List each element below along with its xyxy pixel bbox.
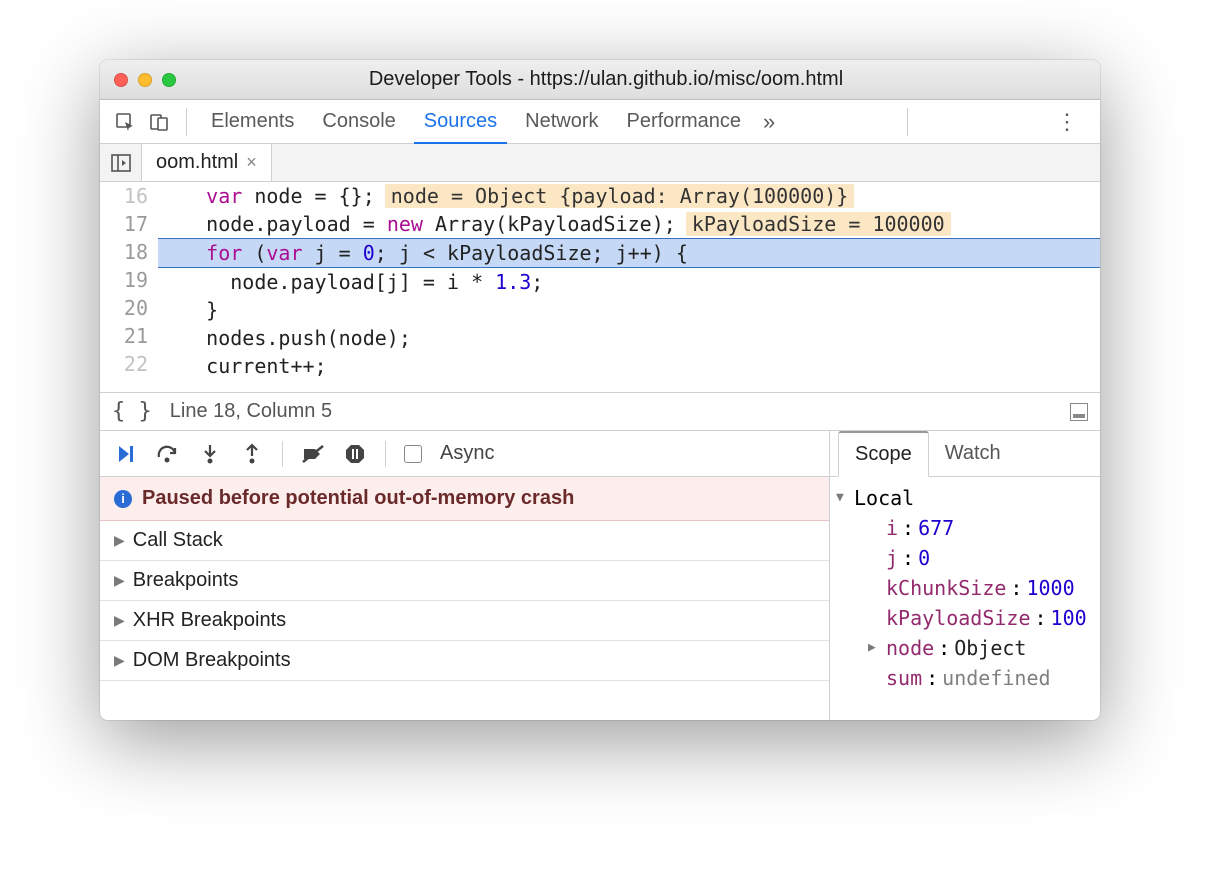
drawer-toggle-icon[interactable] <box>1070 403 1088 421</box>
tab-network[interactable]: Network <box>515 102 608 141</box>
inspect-element-icon[interactable] <box>112 109 138 135</box>
scope-variable[interactable]: kPayloadSize: 100 <box>836 603 1094 633</box>
tab-console[interactable]: Console <box>312 102 405 141</box>
code-editor[interactable]: 16171819202122 var node = {};node = Obje… <box>100 182 1100 392</box>
tab-performance[interactable]: Performance <box>617 102 752 141</box>
section-label: XHR Breakpoints <box>133 609 286 632</box>
section-label: Breakpoints <box>133 569 239 592</box>
step-out-icon[interactable] <box>240 442 264 466</box>
file-tab[interactable]: oom.html × <box>142 144 272 181</box>
section-dom-breakpoints[interactable]: ▶ DOM Breakpoints <box>100 641 829 681</box>
chevron-right-icon: ▶ <box>114 612 125 629</box>
titlebar: Developer Tools - https://ulan.github.io… <box>100 60 1100 100</box>
divider <box>186 108 187 136</box>
step-into-icon[interactable] <box>198 442 222 466</box>
code-line[interactable]: for (var j = 0; j < kPayloadSize; j++) { <box>158 238 1100 268</box>
code-line[interactable]: node.payload = new Array(kPayloadSize);k… <box>158 210 1100 238</box>
chevron-right-icon: ▶ <box>114 652 125 669</box>
chevron-right-icon: ▶ <box>114 532 125 549</box>
code-line[interactable]: nodes.push(node); <box>158 324 1100 352</box>
tab-elements[interactable]: Elements <box>201 102 304 141</box>
file-tab-label: oom.html <box>156 151 238 174</box>
main-tabs: Elements Console Sources Network Perform… <box>100 100 1100 144</box>
code-line[interactable]: } <box>158 296 1100 324</box>
async-label: Async <box>440 442 494 465</box>
section-label: DOM Breakpoints <box>133 649 291 672</box>
navigator-toggle-icon[interactable] <box>100 144 142 181</box>
debug-toolbar: Async <box>100 431 829 477</box>
scope-tree[interactable]: ▼ Local i: 677j: 0kChunkSize: 1000kPaylo… <box>830 477 1100 699</box>
device-toolbar-icon[interactable] <box>146 109 172 135</box>
more-tabs-icon[interactable]: » <box>763 109 775 135</box>
chevron-down-icon: ▼ <box>836 483 850 513</box>
scope-watch-tabs: Scope Watch <box>830 431 1100 477</box>
scope-variable[interactable]: sum: undefined <box>836 663 1094 693</box>
pause-message-text: Paused before potential out-of-memory cr… <box>142 487 574 510</box>
deactivate-breakpoints-icon[interactable] <box>301 442 325 466</box>
scope-local[interactable]: ▼ Local <box>836 483 1094 513</box>
pause-message: i Paused before potential out-of-memory … <box>100 477 829 521</box>
scope-variable[interactable]: j: 0 <box>836 543 1094 573</box>
code-line[interactable]: current++; <box>158 352 1100 380</box>
code-line[interactable]: node.payload[j] = i * 1.3; <box>158 268 1100 296</box>
scope-variable[interactable]: i: 677 <box>836 513 1094 543</box>
tab-sources[interactable]: Sources <box>414 102 507 145</box>
section-xhr-breakpoints[interactable]: ▶ XHR Breakpoints <box>100 601 829 641</box>
code-line[interactable]: var node = {};node = Object {payload: Ar… <box>158 182 1100 210</box>
kebab-menu-icon[interactable]: ⋮ <box>1046 109 1088 135</box>
window-title: Developer Tools - https://ulan.github.io… <box>126 68 1086 91</box>
debugger-panels: Async i Paused before potential out-of-m… <box>100 430 1100 720</box>
editor-statusbar: { } Line 18, Column 5 <box>100 392 1100 430</box>
pause-exceptions-icon[interactable] <box>343 442 367 466</box>
debugger-right-pane: Scope Watch ▼ Local i: 677j: 0kChunkSize… <box>830 431 1100 720</box>
step-over-icon[interactable] <box>156 442 180 466</box>
devtools-window: Developer Tools - https://ulan.github.io… <box>100 60 1100 720</box>
resume-icon[interactable] <box>114 442 138 466</box>
scope-local-label: Local <box>854 483 914 513</box>
async-checkbox[interactable] <box>404 445 422 463</box>
tab-watch[interactable]: Watch <box>929 431 1017 476</box>
section-label: Call Stack <box>133 529 223 552</box>
file-tab-bar: oom.html × <box>100 144 1100 182</box>
scope-variable[interactable]: ▶node: Object <box>836 633 1094 663</box>
info-icon: i <box>114 490 132 508</box>
tab-scope[interactable]: Scope <box>838 431 929 477</box>
scope-variable[interactable]: kChunkSize: 1000 <box>836 573 1094 603</box>
debugger-left-pane: Async i Paused before potential out-of-m… <box>100 431 830 720</box>
divider <box>282 441 283 467</box>
pretty-print-icon[interactable]: { } <box>112 399 152 424</box>
divider <box>907 108 908 136</box>
section-breakpoints[interactable]: ▶ Breakpoints <box>100 561 829 601</box>
close-tab-icon[interactable]: × <box>246 152 257 173</box>
cursor-position: Line 18, Column 5 <box>170 400 332 423</box>
divider <box>385 441 386 467</box>
code-content: var node = {};node = Object {payload: Ar… <box>158 182 1100 392</box>
chevron-right-icon: ▶ <box>114 572 125 589</box>
section-call-stack[interactable]: ▶ Call Stack <box>100 521 829 561</box>
line-gutter: 16171819202122 <box>100 182 158 392</box>
